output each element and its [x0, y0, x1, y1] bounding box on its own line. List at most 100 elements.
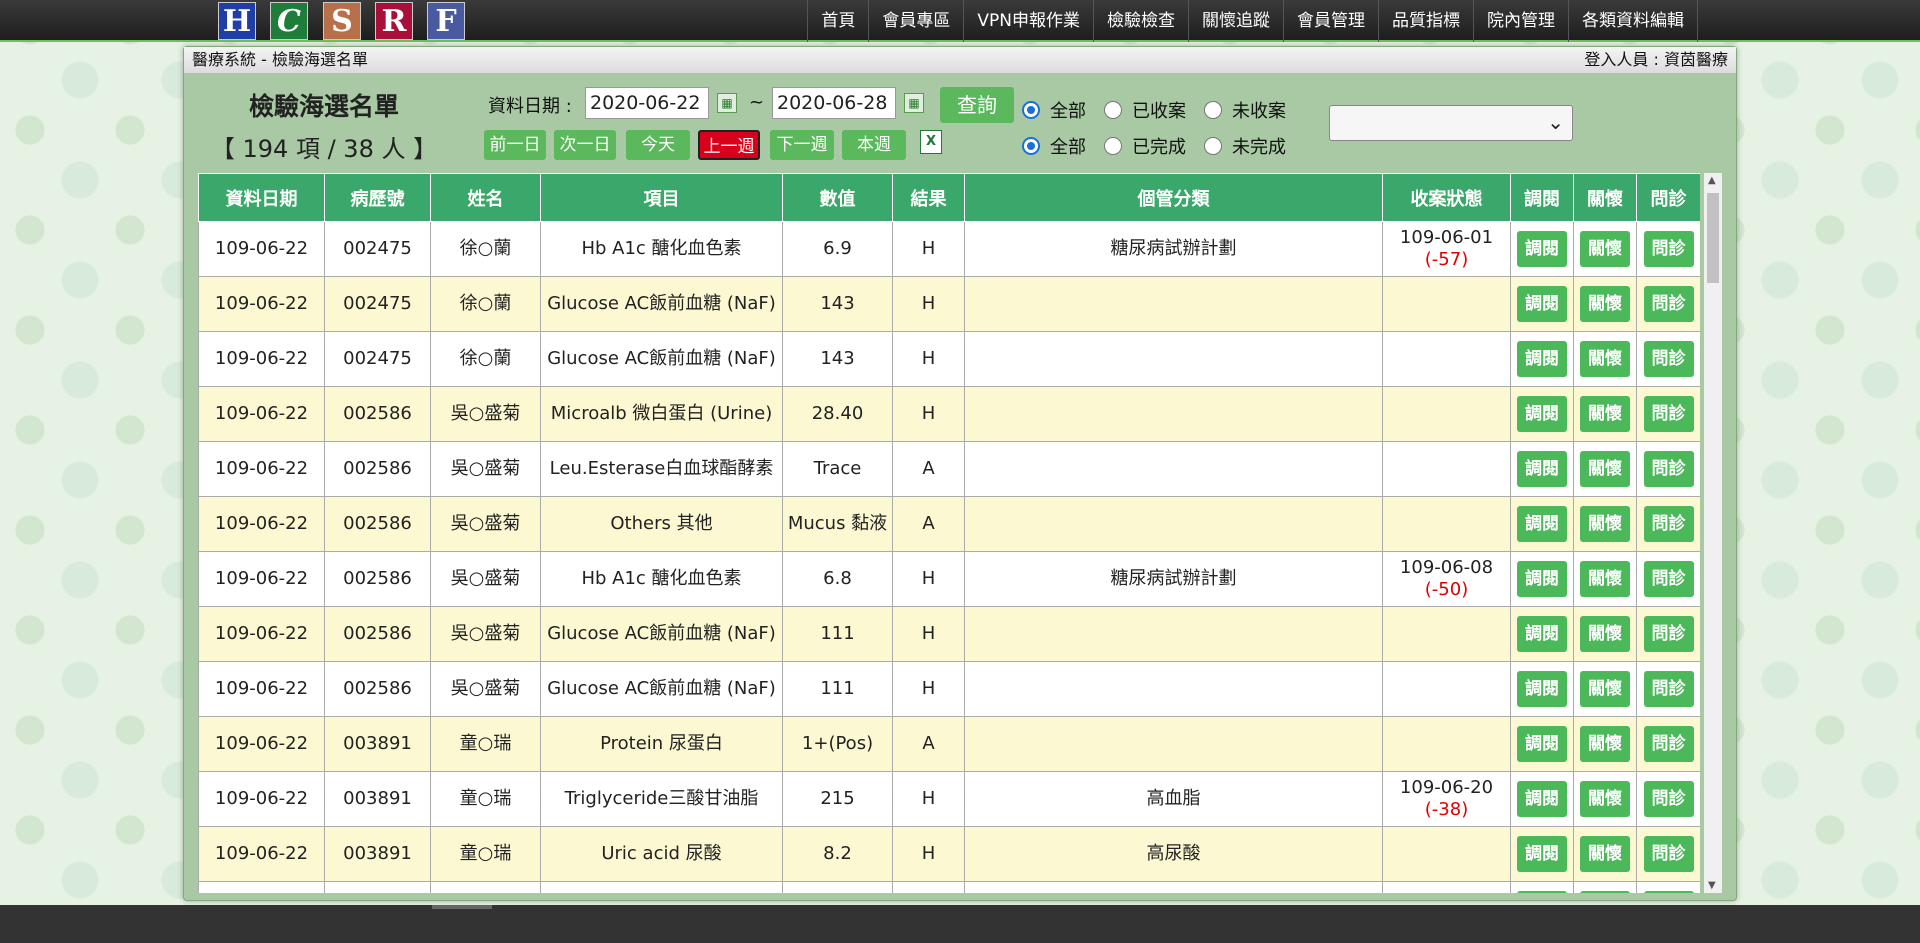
- radio1-option-1[interactable]: 已收案: [1104, 97, 1186, 123]
- consult-button[interactable]: 問診: [1643, 726, 1694, 762]
- menu-item-4[interactable]: 關懷追蹤: [1188, 0, 1283, 42]
- radio1-radio-icon[interactable]: [1022, 101, 1040, 119]
- table-row: 109-06-22 003891 童○瑞 Uric acid 尿酸 8.2 H 高尿酸 調閱關…: [198, 826, 1700, 882]
- cell-status: [1382, 826, 1511, 882]
- care-button[interactable]: 關懷: [1580, 231, 1630, 267]
- menu-item-5[interactable]: 會員管理: [1283, 0, 1378, 42]
- consult-button[interactable]: 問診: [1643, 616, 1694, 652]
- consult-button[interactable]: 問診: [1643, 341, 1694, 377]
- consult-button[interactable]: 問診: [1643, 891, 1694, 893]
- consult-button[interactable]: 問診: [1643, 671, 1694, 707]
- category-select[interactable]: [1329, 105, 1573, 141]
- date-nav-button-3[interactable]: 上一週: [698, 130, 760, 160]
- view-button[interactable]: 調閱: [1517, 341, 1567, 377]
- care-button[interactable]: 關懷: [1580, 616, 1630, 652]
- consult-button[interactable]: 問診: [1643, 781, 1694, 817]
- radio2-option-1[interactable]: 已完成: [1104, 133, 1186, 159]
- view-button[interactable]: 調閱: [1517, 286, 1567, 322]
- date-nav-button-4[interactable]: 下一週: [770, 130, 834, 160]
- care-button[interactable]: 關懷: [1580, 341, 1630, 377]
- radio1-radio-icon[interactable]: [1204, 101, 1222, 119]
- consult-button[interactable]: 問診: [1643, 286, 1694, 322]
- view-button[interactable]: 調閱: [1517, 396, 1567, 432]
- radio1-option-2[interactable]: 未收案: [1204, 97, 1286, 123]
- logo-h-icon[interactable]: H: [218, 2, 256, 40]
- view-button[interactable]: 調閱: [1517, 671, 1567, 707]
- view-button[interactable]: 調閱: [1517, 616, 1567, 652]
- menu-item-0[interactable]: 首頁: [807, 0, 868, 42]
- cell-action: 關懷: [1573, 551, 1637, 607]
- excel-export-icon[interactable]: X: [920, 130, 942, 154]
- menu-item-2[interactable]: VPN申報作業: [963, 0, 1093, 42]
- view-button[interactable]: 調閱: [1517, 891, 1567, 893]
- scroll-down-icon[interactable]: ▼: [1708, 880, 1716, 891]
- view-button[interactable]: 調閱: [1517, 836, 1567, 872]
- menu-item-3[interactable]: 檢驗檢查: [1093, 0, 1188, 42]
- login-user: 登入人員 : 資茵醫療: [1584, 50, 1728, 69]
- care-button[interactable]: 關懷: [1580, 286, 1630, 322]
- consult-button[interactable]: 問診: [1643, 231, 1694, 267]
- care-button[interactable]: 關懷: [1580, 451, 1630, 487]
- cell-status: [1382, 606, 1511, 662]
- calendar-icon-to[interactable]: ▦: [904, 93, 924, 113]
- consult-button[interactable]: 問診: [1643, 836, 1694, 872]
- care-button[interactable]: 關懷: [1580, 671, 1630, 707]
- cell-4: 8.2: [782, 826, 893, 882]
- cell-action: 調閱: [1510, 331, 1574, 387]
- date-nav-button-2[interactable]: 今天: [626, 130, 690, 160]
- query-button[interactable]: 查詢: [940, 87, 1014, 123]
- date-to-input[interactable]: 2020-06-28: [772, 87, 896, 119]
- table-scrollbar[interactable]: ▲ ▼: [1704, 173, 1722, 893]
- date-from-input[interactable]: 2020-06-22: [585, 87, 709, 119]
- view-button[interactable]: 調閱: [1517, 726, 1567, 762]
- view-button[interactable]: 調閱: [1517, 561, 1567, 597]
- date-nav-button-5[interactable]: 本週: [842, 130, 906, 160]
- radio2-radio-icon[interactable]: [1022, 137, 1040, 155]
- logo-c-icon[interactable]: C: [270, 2, 308, 40]
- menu-item-6[interactable]: 品質指標: [1378, 0, 1473, 42]
- radio2-option-0[interactable]: 全部: [1022, 133, 1086, 159]
- cell-6: [964, 386, 1383, 442]
- menu-item-1[interactable]: 會員專區: [868, 0, 963, 42]
- consult-button[interactable]: 問診: [1643, 561, 1694, 597]
- care-button[interactable]: 關懷: [1580, 781, 1630, 817]
- consult-button[interactable]: 問診: [1643, 506, 1694, 542]
- care-button[interactable]: 關懷: [1580, 506, 1630, 542]
- menu-item-8[interactable]: 各類資料編輯: [1568, 0, 1698, 42]
- menu-item-7[interactable]: 院內管理: [1473, 0, 1568, 42]
- cell-0: 109-06-22: [198, 716, 325, 772]
- care-button[interactable]: 關懷: [1580, 891, 1630, 893]
- view-button[interactable]: 調閱: [1517, 781, 1567, 817]
- radio2-radio-icon[interactable]: [1104, 137, 1122, 155]
- view-button[interactable]: 調閱: [1517, 506, 1567, 542]
- radio1-radio-icon[interactable]: [1104, 101, 1122, 119]
- care-button[interactable]: 關懷: [1580, 726, 1630, 762]
- logo-r-icon[interactable]: R: [375, 2, 413, 40]
- column-header: 病歷號: [324, 173, 431, 222]
- scroll-up-icon[interactable]: ▲: [1708, 175, 1716, 186]
- care-button[interactable]: 關懷: [1580, 396, 1630, 432]
- care-button[interactable]: 關懷: [1580, 561, 1630, 597]
- view-button[interactable]: 調閱: [1517, 451, 1567, 487]
- footer-bar: [0, 905, 1920, 943]
- cell-5: H: [892, 606, 965, 662]
- cell-action: 調閱: [1510, 716, 1574, 772]
- breadcrumb: 醫療系統 - 檢驗海選名單: [192, 50, 368, 69]
- date-nav-button-0[interactable]: 前一日: [484, 130, 546, 160]
- cell-0: 109-06-22: [198, 496, 325, 552]
- radio1-option-0[interactable]: 全部: [1022, 97, 1086, 123]
- cell-action: 問診: [1636, 661, 1700, 717]
- scroll-thumb[interactable]: [1707, 193, 1719, 283]
- radio2-option-2[interactable]: 未完成: [1204, 133, 1286, 159]
- logo-f-icon[interactable]: F: [427, 2, 465, 40]
- cell-2: 童○瑞: [430, 771, 541, 827]
- care-button[interactable]: 關懷: [1580, 836, 1630, 872]
- calendar-icon-from[interactable]: ▦: [717, 93, 737, 113]
- consult-button[interactable]: 問診: [1643, 451, 1694, 487]
- logo-s-icon[interactable]: S: [323, 2, 361, 40]
- date-nav-button-1[interactable]: 次一日: [554, 130, 616, 160]
- cell-action: 調閱: [1510, 221, 1574, 277]
- consult-button[interactable]: 問診: [1643, 396, 1694, 432]
- view-button[interactable]: 調閱: [1517, 231, 1567, 267]
- radio2-radio-icon[interactable]: [1204, 137, 1222, 155]
